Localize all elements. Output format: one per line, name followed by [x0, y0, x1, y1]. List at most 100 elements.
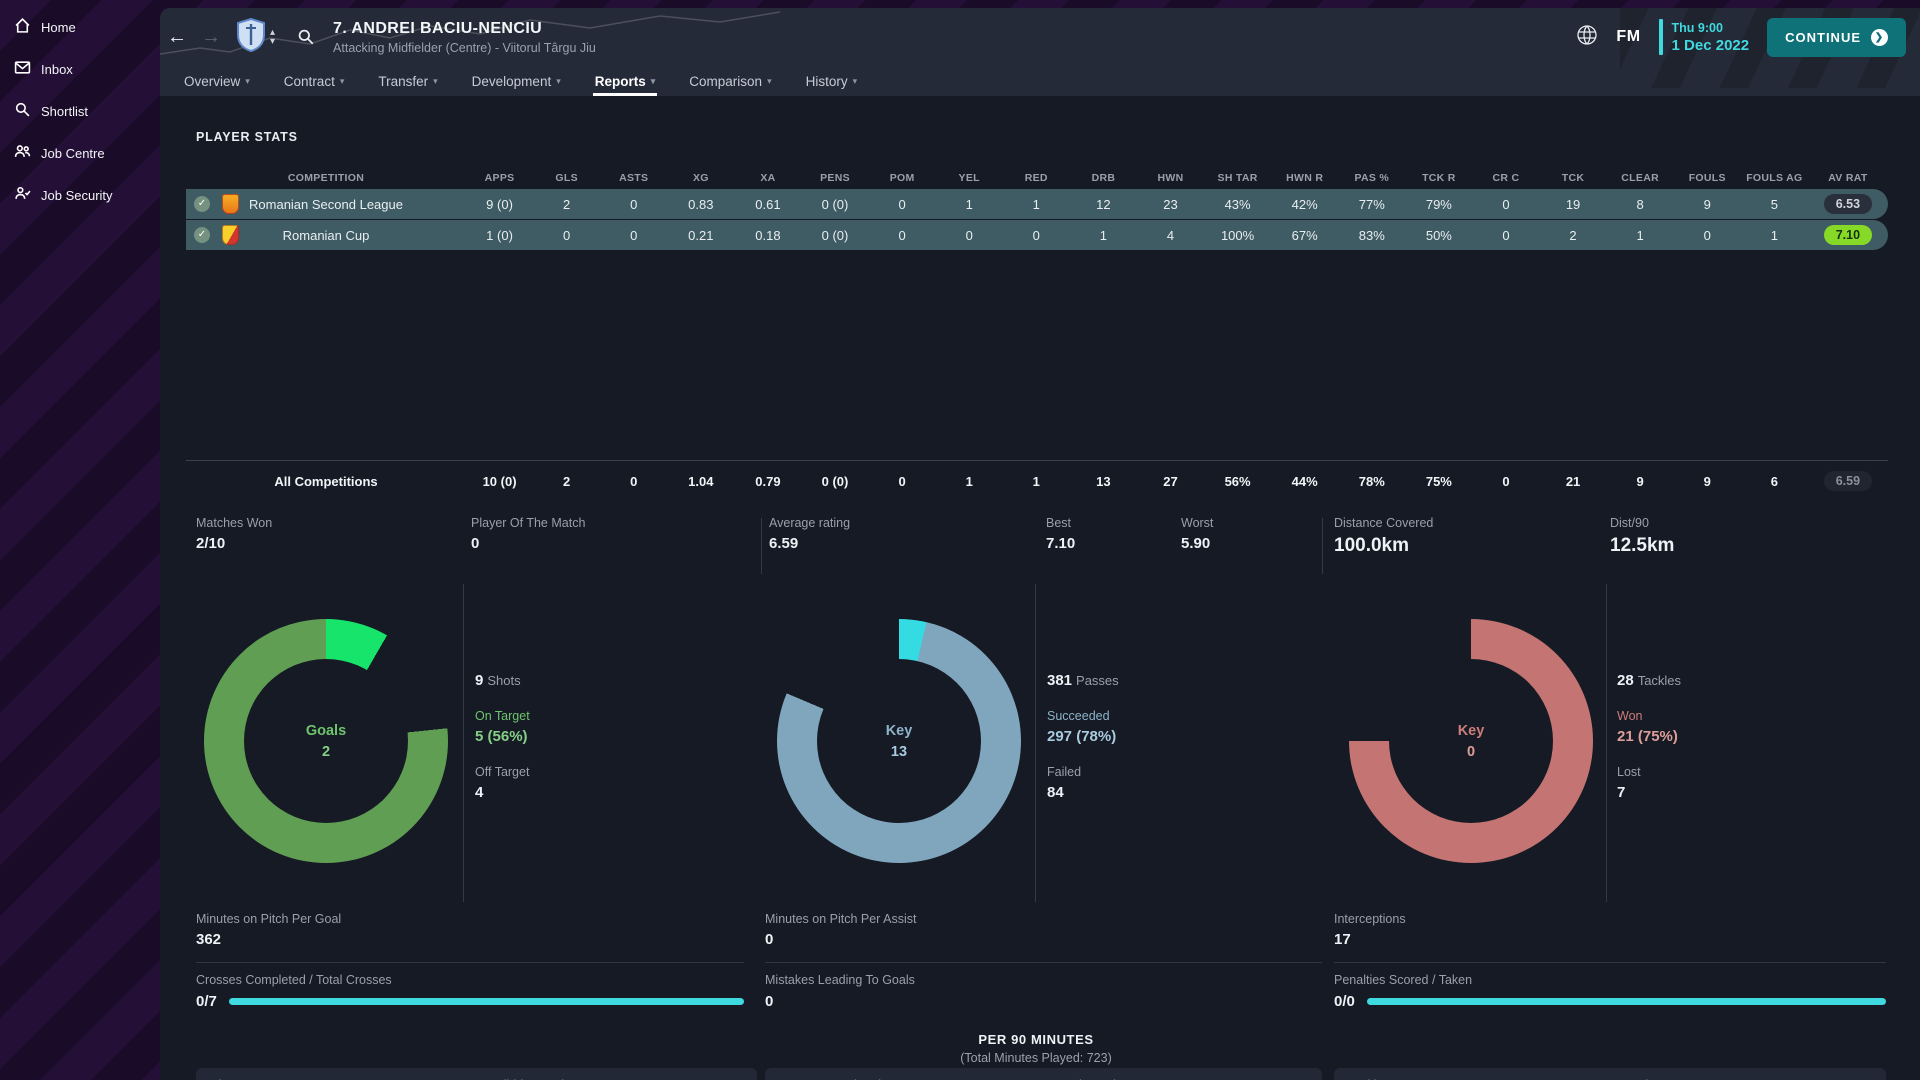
table-row-romanian-second-league[interactable]: ✓ Romanian Second League 9 (0) 2 0 0.83 …	[186, 189, 1888, 219]
totals-label: All Competitions	[186, 474, 466, 489]
shortlist-icon	[14, 101, 31, 121]
sidebar-item-label: Home	[41, 20, 76, 35]
competition-name: Romanian Cup	[283, 228, 370, 243]
sidebar-item-home[interactable]: Home	[0, 6, 160, 48]
per90-card-possession: Passes completed 36.97 Fouls Against 0.7…	[765, 1068, 1322, 1080]
divider	[463, 584, 464, 902]
search-icon[interactable]	[297, 28, 315, 46]
average-rating-badge: 6.53	[1824, 194, 1872, 214]
chevron-down-icon: ▾	[340, 76, 345, 87]
sidebar-item-job-centre[interactable]: Job Centre	[0, 132, 160, 174]
donut-center-label: Key	[886, 723, 913, 739]
crosses-progress-bar	[229, 998, 744, 1005]
player-title-block: 7. ANDREI BACIU-NENCIU Attacking Midfiel…	[333, 20, 596, 55]
sidebar-item-label: Shortlist	[41, 104, 88, 119]
divider	[761, 518, 762, 574]
chevron-up-down-icon: ▴▾	[270, 28, 275, 46]
per90-card-attacking: Shots On Target 0.62 Dribbles Made 1.62	[196, 1068, 757, 1080]
per-90-heading: PER 90 MINUTES (Total Minutes Played: 72…	[196, 1032, 1876, 1065]
table-row-romanian-cup[interactable]: ✓ Romanian Cup 1 (0) 0 0 0.21 0.18 0 (0)…	[186, 220, 1888, 250]
back-button[interactable]: ←	[160, 26, 194, 49]
date-accent-bar	[1659, 19, 1663, 55]
continue-arrow-icon: ❯	[1871, 29, 1888, 46]
totals-divider	[186, 460, 1888, 461]
passes-breakdown: 381Passes Succeeded 297 (78%) Failed 84	[1047, 672, 1267, 801]
goals-donut-chart: Goals 2	[204, 619, 448, 863]
chevron-down-icon: ▾	[556, 76, 561, 87]
tab-transfer[interactable]: Transfer▾	[378, 66, 437, 96]
page-title: 7. ANDREI BACIU-NENCIU	[333, 20, 596, 38]
chevron-down-icon: ▾	[651, 76, 656, 87]
stat-dist-per-90: Dist/90 12.5km	[1610, 516, 1674, 557]
tab-development[interactable]: Development▾	[472, 66, 561, 96]
sidebar-item-shortlist[interactable]: Shortlist	[0, 90, 160, 132]
detail-column-goals: Minutes on Pitch Per Goal 362 Crosses Co…	[196, 912, 744, 1010]
passes-donut-chart: Key 13	[777, 619, 1021, 863]
forward-button[interactable]: →	[194, 26, 228, 49]
tackles-breakdown: 28Tackles Won 21 (75%) Lost 7	[1617, 672, 1837, 801]
sidebar-item-label: Job Centre	[41, 146, 105, 161]
tab-comparison[interactable]: Comparison▾	[689, 66, 771, 96]
club-selector[interactable]: ▴▾	[236, 18, 275, 57]
top-block: ← → ▴▾ 7. ANDREI BACIU-NENCIU Attacking …	[160, 8, 1920, 96]
divider	[1322, 518, 1323, 574]
stat-distance-covered: Distance Covered 100.0km	[1334, 516, 1433, 557]
chevron-down-icon: ▾	[853, 76, 858, 87]
detail-column-assists: Minutes on Pitch Per Assist 0 Mistakes L…	[765, 912, 1322, 1010]
competition-name: Romanian Second League	[249, 197, 403, 212]
donut-center-value: 13	[891, 744, 907, 760]
detail-column-defence: Interceptions 17 Penalties Scored / Take…	[1334, 912, 1886, 1010]
sidebar-item-job-security[interactable]: Job Security	[0, 174, 160, 216]
per90-card-defending: Tackles Won 2.61 Fouls 1.12	[1334, 1068, 1886, 1080]
fm-logo: FM	[1616, 28, 1640, 46]
tab-overview[interactable]: Overview▾	[184, 66, 250, 96]
average-rating-total: 6.59	[1824, 471, 1872, 491]
romanian-second-league-crest-icon	[222, 194, 239, 214]
tab-history[interactable]: History▾	[806, 66, 858, 96]
top-bar: ← → ▴▾ 7. ANDREI BACIU-NENCIU Attacking …	[160, 8, 1920, 66]
tab-contract[interactable]: Contract▾	[284, 66, 345, 96]
job-centre-icon	[14, 143, 31, 163]
stat-average-rating: Average rating 6.59	[769, 516, 850, 552]
average-rating-badge: 7.10	[1824, 225, 1872, 245]
divider	[196, 962, 744, 963]
game-date[interactable]: Thu 9:00 1 Dec 2022	[1659, 19, 1750, 55]
penalties-progress-bar	[1367, 998, 1886, 1005]
top-right-cluster: FM Thu 9:00 1 Dec 2022 CONTINUE ❯	[1576, 8, 1906, 66]
fm-app: Home Inbox Shortlist Job Centre Job Secu…	[0, 0, 1920, 1080]
job-security-icon	[14, 185, 31, 205]
home-icon	[14, 17, 31, 37]
continue-label: CONTINUE	[1785, 30, 1861, 45]
divider	[765, 962, 1322, 963]
chevron-down-icon: ▾	[245, 76, 250, 87]
stat-best-rating: Best 7.10	[1046, 516, 1075, 552]
sidebar-item-label: Job Security	[41, 188, 113, 203]
sidebar: Home Inbox Shortlist Job Centre Job Secu…	[0, 0, 160, 1080]
all-competitions-row: All Competitions 10 (0) 2 0 1.04 0.79 0 …	[186, 468, 1888, 494]
donut-center-label: Goals	[306, 723, 346, 739]
table-header-row: COMPETITION APPS GLS ASTS XG XA PENS POM…	[186, 168, 1888, 188]
divider	[1606, 584, 1607, 902]
tackles-donut-chart: Key 0	[1349, 619, 1593, 863]
sidebar-item-label: Inbox	[41, 62, 73, 77]
world-icon[interactable]	[1576, 24, 1598, 51]
shots-breakdown: 9Shots On Target 5 (56%) Off Target 4	[475, 672, 695, 801]
content-area: PLAYER STATS COMPETITION APPS GLS ASTS X…	[160, 96, 1920, 1080]
sidebar-item-inbox[interactable]: Inbox	[0, 48, 160, 90]
player-subtitle: Attacking Midfielder (Centre) - Viitorul…	[333, 41, 596, 55]
player-stats-table: COMPETITION APPS GLS ASTS XG XA PENS POM…	[186, 168, 1888, 250]
continue-button[interactable]: CONTINUE ❯	[1767, 18, 1906, 57]
tab-reports[interactable]: Reports▾	[595, 66, 656, 96]
chevron-down-icon: ▾	[433, 76, 438, 87]
tab-bar: Overview▾ Contract▾ Transfer▾ Developmen…	[160, 66, 1920, 96]
stat-matches-won: Matches Won 2/10	[196, 516, 272, 552]
main-panel: ← → ▴▾ 7. ANDREI BACIU-NENCIU Attacking …	[160, 8, 1920, 1080]
stat-player-of-the-match: Player Of The Match 0	[471, 516, 585, 552]
selected-check-icon[interactable]: ✓	[194, 227, 210, 243]
club-badge-icon	[236, 18, 266, 57]
romanian-cup-crest-icon	[222, 225, 239, 245]
selected-check-icon[interactable]: ✓	[194, 196, 210, 212]
game-day: 1 Dec 2022	[1672, 37, 1750, 54]
donut-center-value: 2	[322, 744, 330, 760]
donut-center-label: Key	[1458, 723, 1485, 739]
